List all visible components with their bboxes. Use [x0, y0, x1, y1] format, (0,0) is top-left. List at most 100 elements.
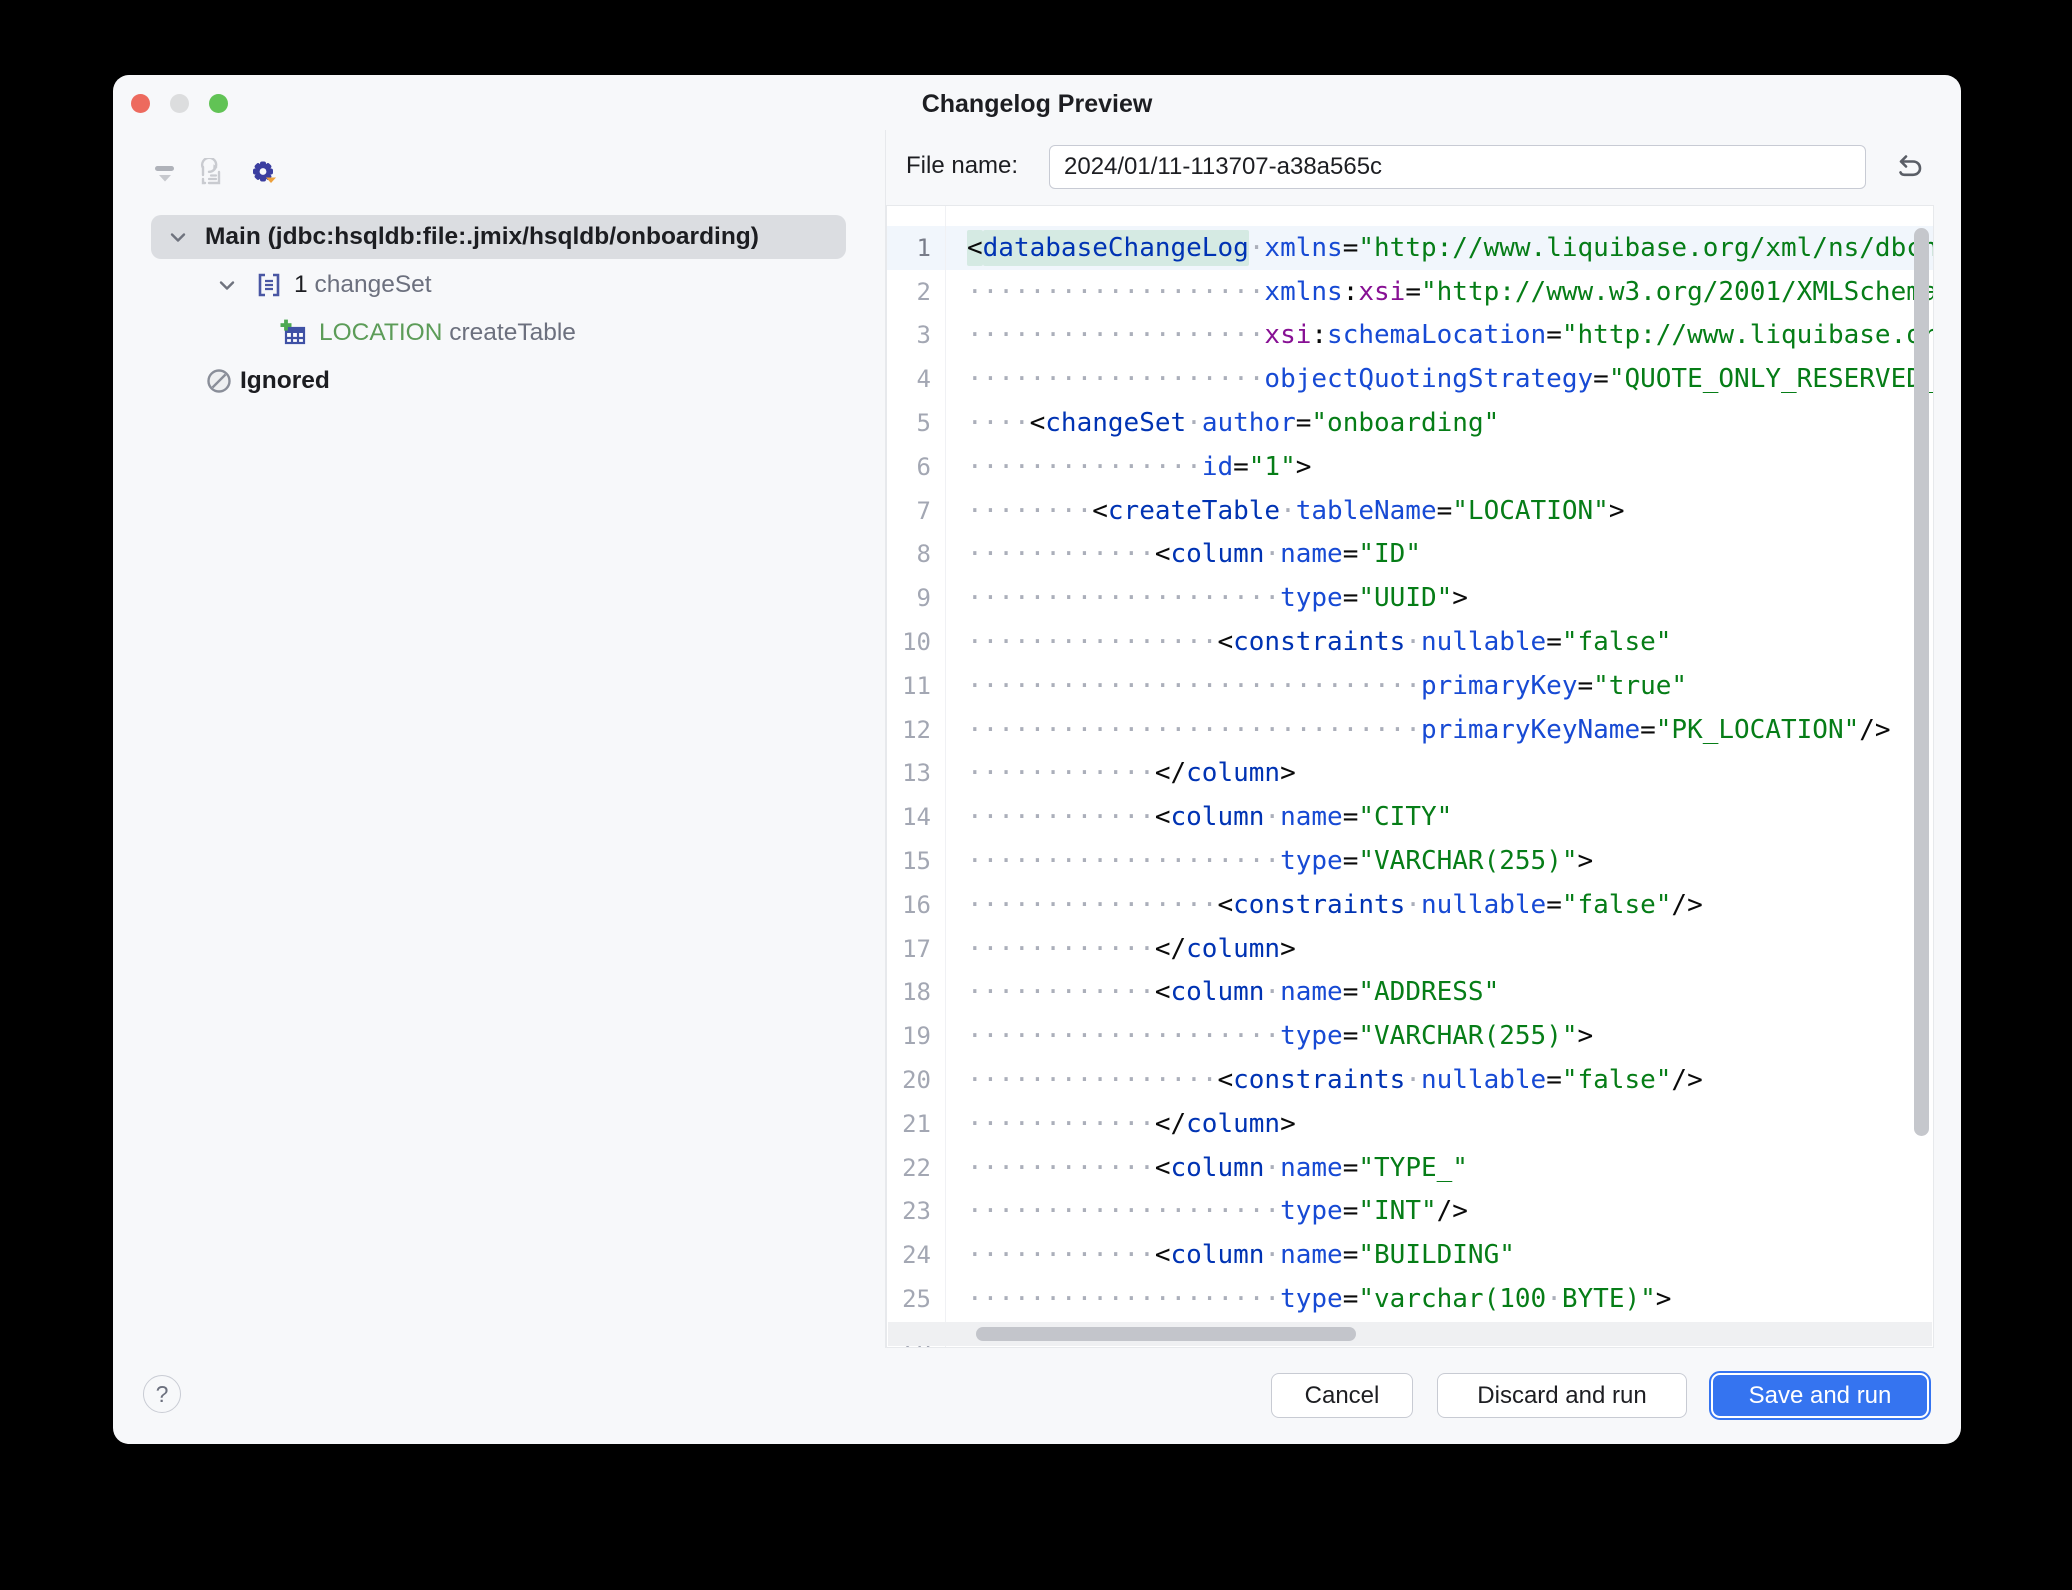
- code-line-1: 1 <databaseChangeLog·xmlns="http://www.li…: [887, 226, 1933, 270]
- line-number: 25: [887, 1285, 931, 1313]
- code-line-19: 19 ····················type="VARCHAR(255)…: [887, 1014, 1933, 1058]
- tree-item-changeset[interactable]: 1 changeSet: [113, 261, 884, 309]
- settings-gear-icon: [249, 158, 279, 188]
- code-text: ····················type="VARCHAR(255)">: [967, 846, 1593, 876]
- code-line-20: 20 ················<constraints·nullable=…: [887, 1058, 1933, 1102]
- footer-buttons: Cancel Discard and run Save and run: [1271, 1373, 1929, 1418]
- gutter-separator: [945, 206, 946, 1347]
- code-text: ············<column·name="BUILDING": [967, 1240, 1515, 1270]
- tree-item-label: LOCATION: [319, 319, 449, 347]
- move-down-button[interactable]: [150, 158, 180, 188]
- move-down-icon: [151, 159, 179, 187]
- code-line-6: 6···············id="1">: [887, 445, 1933, 489]
- code-text: ············</column>: [967, 1109, 1296, 1139]
- line-number: 19: [887, 1022, 931, 1050]
- horizontal-scrollbar-track: [888, 1322, 1932, 1346]
- code-text: ················<constraints·nullable="f…: [967, 890, 1703, 920]
- save-and-run-button[interactable]: Save and run: [1711, 1373, 1929, 1418]
- code-text: ················<constraints·nullable="f…: [967, 627, 1671, 657]
- changelog-tree[interactable]: Main (jdbc:hsqldb:file:.jmix/hsqldb/onbo…: [113, 213, 884, 1348]
- tree-item-ignored[interactable]: Ignored: [113, 357, 884, 405]
- code-text: ·····························primaryKeyN…: [967, 715, 1891, 745]
- code-text: ············</column>: [967, 758, 1296, 788]
- tree-item-main[interactable]: Main (jdbc:hsqldb:file:.jmix/hsqldb/onbo…: [113, 213, 884, 261]
- code-line-13: 13 ············</column>: [887, 752, 1933, 796]
- line-number: 13: [887, 759, 931, 787]
- line-number: 9: [887, 584, 931, 612]
- code-line-18: 18············<column·name="ADDRESS": [887, 971, 1933, 1015]
- code-line-14: 14 ············<column·name="CITY": [887, 795, 1933, 839]
- changelog-preview-dialog: Changelog Preview: [113, 75, 1961, 1444]
- vertical-scrollbar[interactable]: [1914, 228, 1929, 1136]
- code-text: ············<column·name="CITY": [967, 802, 1452, 832]
- line-number: 8: [887, 540, 931, 568]
- settings-button[interactable]: [249, 158, 279, 188]
- line-number: 3: [887, 321, 931, 349]
- horizontal-scrollbar[interactable]: [976, 1327, 1356, 1341]
- file-name-input[interactable]: [1049, 145, 1866, 189]
- chevron-down-icon[interactable]: [165, 224, 191, 250]
- code-line-16: 16 ················<constraints·nullable=…: [887, 883, 1933, 927]
- code-text: ····················type="UUID">: [967, 583, 1468, 613]
- chevron-down-icon[interactable]: [214, 272, 240, 298]
- titlebar: Changelog Preview: [113, 75, 1961, 130]
- code-text: <databaseChangeLog·xmlns="http://www.liq…: [967, 233, 1934, 263]
- help-button[interactable]: ?: [143, 1375, 181, 1413]
- tree-item-label: Main (jdbc:hsqldb:file:.jmix/hsqldb/onbo…: [205, 223, 759, 251]
- code-line-17: 17············</column>: [887, 927, 1933, 971]
- code-line-21: 21············</column>: [887, 1102, 1933, 1146]
- line-number: 16: [887, 891, 931, 919]
- code-text: ···················xsi:schemaLocation="h…: [967, 320, 1934, 350]
- undo-icon: [1893, 152, 1925, 182]
- file-name-row: File name:: [886, 130, 1961, 205]
- code-text: ····················type="varchar(100·BY…: [967, 1284, 1671, 1314]
- line-number: 23: [887, 1197, 931, 1225]
- changelog-code-editor[interactable]: 1 <databaseChangeLog·xmlns="http://www.li…: [886, 205, 1934, 1348]
- code-line-15: 15····················type="VARCHAR(255)…: [887, 839, 1933, 883]
- code-line-7: 7 ········<createTable·tableName="LOCATIO…: [887, 489, 1933, 533]
- line-number: 14: [887, 803, 931, 831]
- dialog-footer: ? Cancel Discard and run Save and run: [113, 1348, 1961, 1444]
- tree-toolbar: [113, 130, 885, 205]
- reset-file-name-button[interactable]: [1891, 149, 1927, 185]
- line-number: 12: [887, 716, 931, 744]
- tree-item-label: changeSet: [314, 271, 431, 299]
- discard-and-run-button[interactable]: Discard and run: [1437, 1373, 1687, 1418]
- tree-item-location-createtable[interactable]: LOCATION createTable: [113, 309, 884, 357]
- changelog-editor-pane: File name: 1 <databaseChangeLog·xmlns="ht…: [886, 130, 1961, 1348]
- line-number: 1: [887, 234, 931, 262]
- code-text: ····················type="VARCHAR(255)">: [967, 1021, 1593, 1051]
- code-area: 1 <databaseChangeLog·xmlns="http://www.li…: [887, 206, 1933, 1347]
- code-text: ················<constraints·nullable="f…: [967, 1065, 1703, 1095]
- code-line-5: 5 ····<changeSet·author="onboarding": [887, 401, 1933, 445]
- code-line-8: 8 ············<column·name="ID": [887, 533, 1933, 577]
- line-number: 24: [887, 1241, 931, 1269]
- code-line-4: 4···················objectQuotingStrateg…: [887, 357, 1933, 401]
- line-number: 7: [887, 497, 931, 525]
- code-text: ············<column·name="ID": [967, 539, 1421, 569]
- refresh-changelog-button[interactable]: [196, 158, 226, 188]
- code-line-23: 23 ····················type="INT"/>: [887, 1190, 1933, 1234]
- file-name-label: File name:: [906, 152, 1018, 180]
- line-number: 17: [887, 935, 931, 963]
- cancel-button[interactable]: Cancel: [1271, 1373, 1413, 1418]
- line-number: 11: [887, 672, 931, 700]
- code-text: ····················type="INT"/>: [967, 1196, 1468, 1226]
- code-text: ············<column·name="TYPE_": [967, 1153, 1468, 1183]
- line-number: 2: [887, 278, 931, 306]
- line-number: 6: [887, 453, 931, 481]
- help-icon: ?: [156, 1381, 169, 1408]
- code-line-3: 3 ···················xsi:schemaLocation="…: [887, 314, 1933, 358]
- line-number: 20: [887, 1066, 931, 1094]
- code-line-9: 9 ····················type="UUID">: [887, 576, 1933, 620]
- tree-item-label: Ignored: [240, 367, 330, 395]
- settings-dropdown-arrow: [266, 178, 276, 184]
- code-text: ···················objectQuotingStrategy…: [967, 364, 1934, 394]
- line-number: 5: [887, 409, 931, 437]
- code-line-25: 25 ····················type="varchar(100·…: [887, 1277, 1933, 1321]
- code-text: ···················xmlns:xsi="http://www…: [967, 277, 1934, 307]
- code-line-11: 11·····························primaryKe…: [887, 664, 1933, 708]
- code-line-24: 24 ············<column·name="BUILDING": [887, 1233, 1933, 1277]
- code-text: ····<changeSet·author="onboarding": [967, 408, 1499, 438]
- code-text: ········<createTable·tableName="LOCATION…: [967, 496, 1624, 526]
